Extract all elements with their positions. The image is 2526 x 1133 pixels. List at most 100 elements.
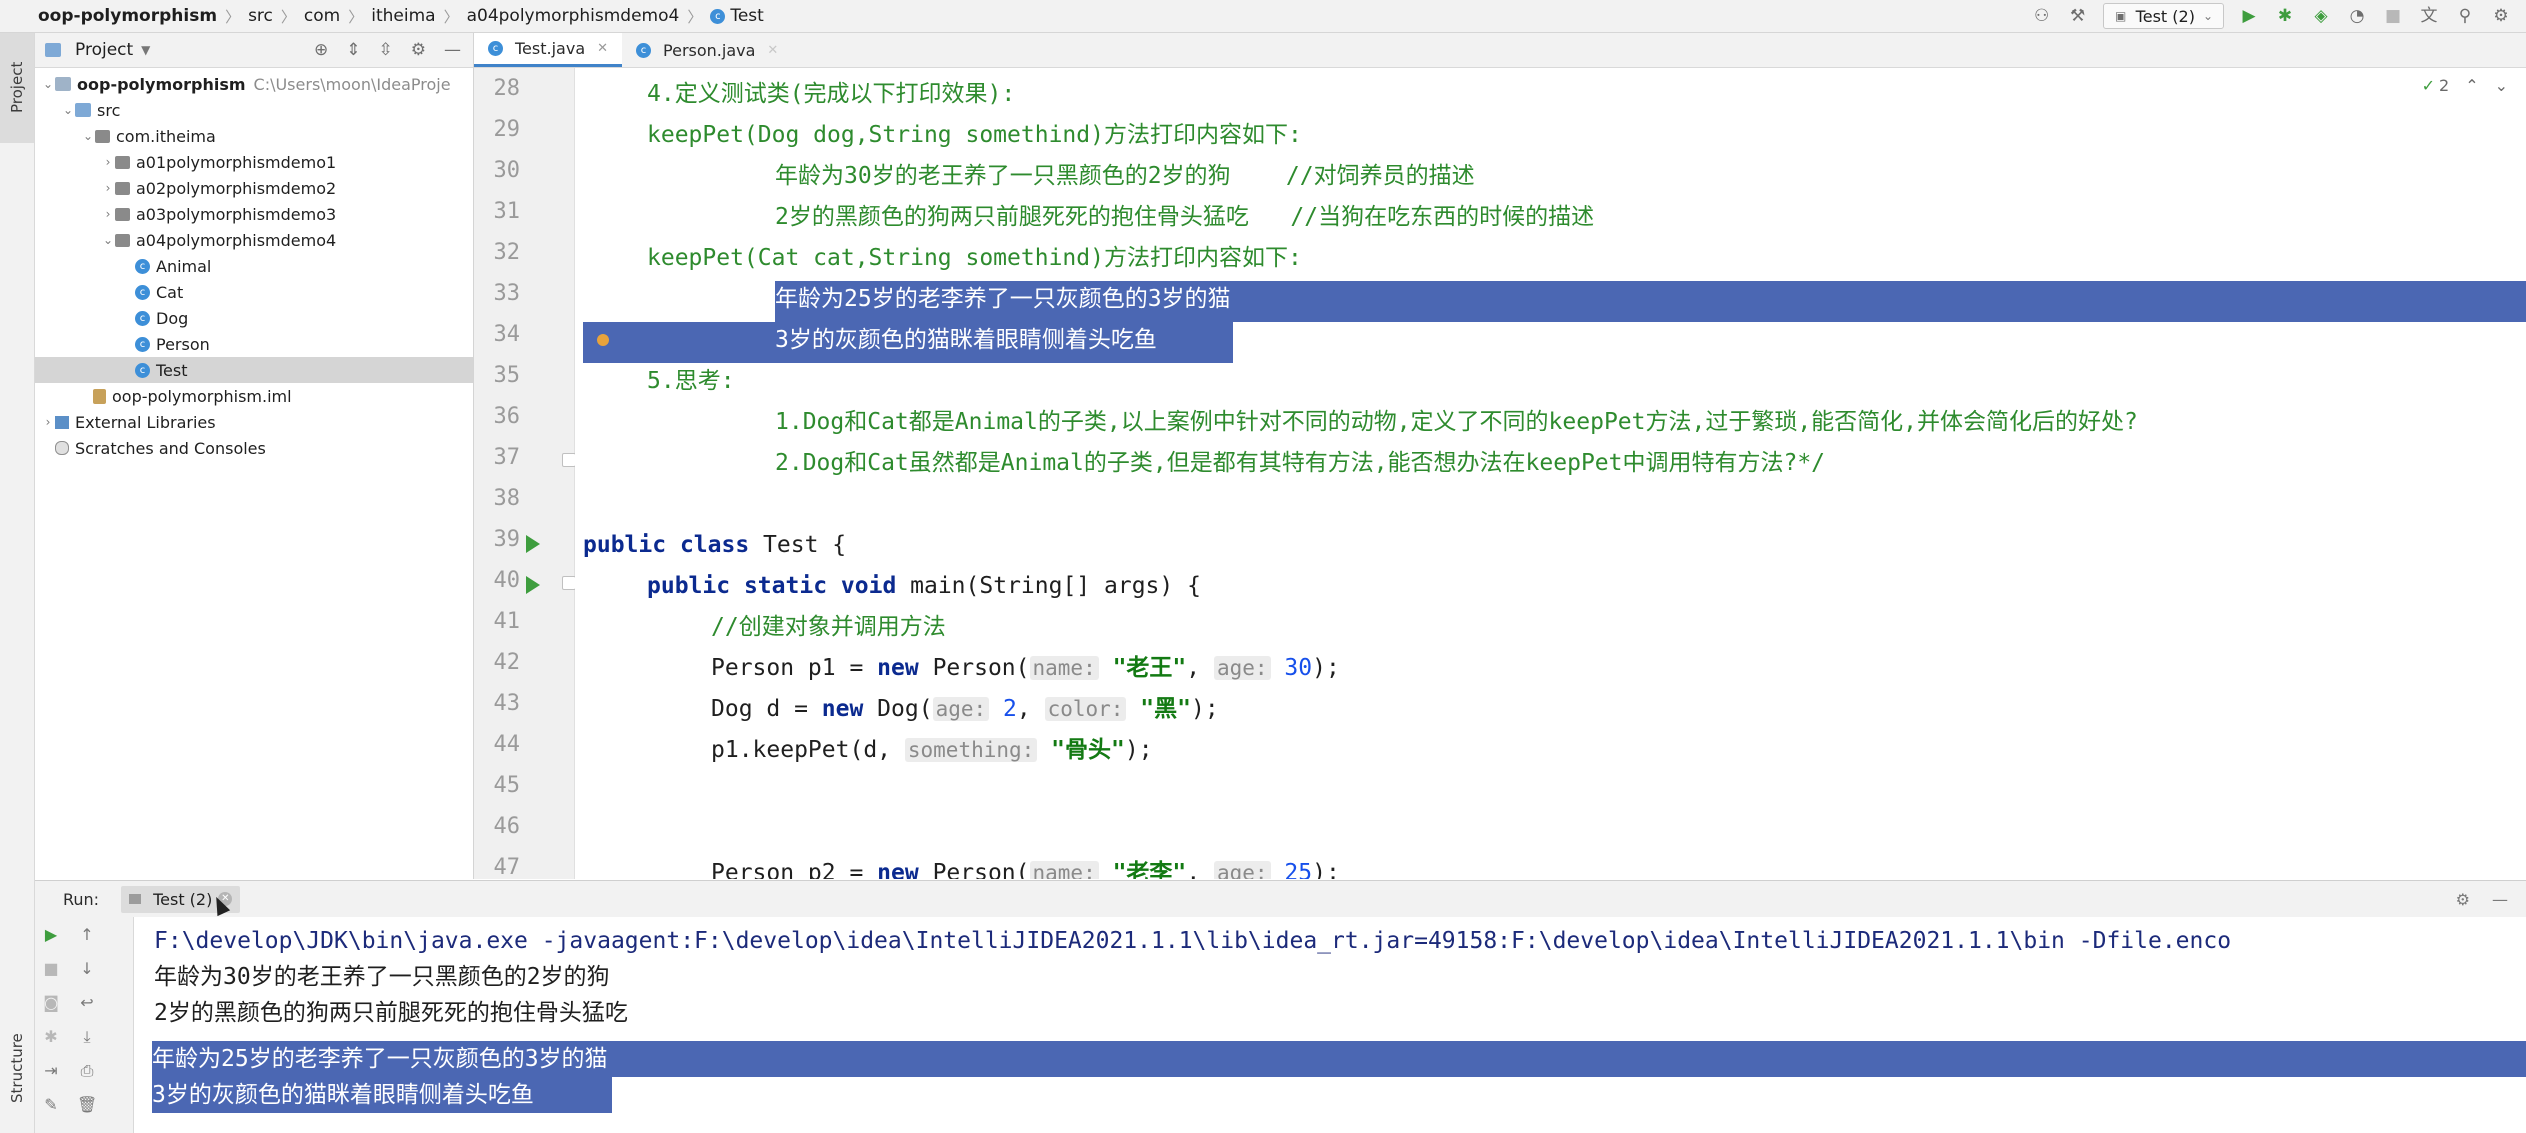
intention-bulb-icon[interactable] — [597, 334, 609, 346]
breadcrumb-package[interactable]: a04polymorphismdemo4 — [467, 6, 680, 26]
run-icon[interactable]: ▶ — [2238, 5, 2260, 27]
main-toolbar: ⚇ ⚒ ▣ Test (2) ⌄ ▶ ✱ ◈ ◔ ■ 文 ⚲ ⚙ — [2031, 0, 2526, 32]
translate-icon[interactable]: 文 — [2418, 5, 2440, 27]
structure-tool-tab[interactable]: Structure — [0, 993, 34, 1113]
tree-item-package[interactable]: ⌄ com.itheima — [35, 123, 473, 149]
tree-item-subpackage[interactable]: › a03polymorphismdemo3 — [35, 201, 473, 227]
tree-item-label: oop-polymorphism.iml — [112, 386, 292, 406]
project-panel-title[interactable]: Project — [75, 40, 133, 60]
project-tool-tab[interactable]: Project — [0, 33, 34, 143]
build-hammer-icon[interactable]: ⚒ — [2067, 5, 2089, 27]
code-line-32: keepPet(Cat cat,String somethind)方法打印内容如… — [647, 238, 1302, 279]
search-icon[interactable]: ⚲ — [2454, 5, 2476, 27]
code-editor[interactable]: 4.定义测试类(完成以下打印效果): keepPet(Dog dog,Strin… — [575, 68, 2526, 879]
inspection-widget[interactable]: ✓ 2 ⌃ ⌄ — [2422, 76, 2508, 95]
tab-test-java[interactable]: c Test.java ✕ — [474, 33, 623, 67]
stop-icon[interactable]: ■ — [2382, 5, 2404, 27]
tree-item-class[interactable]: c Person — [35, 331, 473, 357]
chevron-right-icon[interactable]: › — [101, 155, 115, 169]
tree-item-scratches[interactable]: Scratches and Consoles — [35, 435, 473, 461]
run-configuration-label: Test (2) — [2135, 6, 2195, 26]
rerun-icon[interactable]: ▶ — [41, 925, 61, 945]
breadcrumb-file[interactable]: Test — [730, 6, 763, 26]
line-number: 39 — [493, 527, 521, 552]
source-folder-icon — [75, 103, 91, 117]
editor-gutter[interactable]: 28 29 30 31 32 33 34 35 36 37 38 39 40 4… — [474, 68, 576, 880]
trash-icon[interactable]: 🗑 — [77, 1095, 97, 1115]
code-token: ); — [1191, 696, 1219, 722]
package-icon — [115, 207, 130, 221]
expand-all-icon[interactable]: ⇕ — [346, 40, 360, 60]
tree-root[interactable]: ⌄ oop-polymorphism C:\Users\moon\IdeaPro… — [35, 71, 473, 97]
code-token: static — [743, 573, 828, 599]
code-token: , — [1186, 860, 1214, 879]
tree-item-class-selected[interactable]: c Test — [35, 357, 473, 383]
pin-icon[interactable]: ✎ — [41, 1095, 61, 1115]
breadcrumb-com[interactable]: com — [304, 6, 340, 26]
code-token: keepPet(Cat cat,String somethind) — [647, 245, 1104, 271]
debug-icon[interactable]: ✱ — [2274, 5, 2296, 27]
code-line-36: 1.Dog和Cat都是Animal的子类,以上案例中针对不同的动物,定义了不同的… — [775, 409, 2138, 435]
gear-icon[interactable]: ⚙ — [2456, 890, 2470, 909]
soft-wrap-icon[interactable]: ↩ — [77, 993, 97, 1013]
chevron-down-icon[interactable]: ⌄ — [81, 129, 95, 143]
console-text: 年龄为25岁的老李养了一只灰颜色的3岁的猫 — [152, 1046, 608, 1072]
collapse-all-icon[interactable]: ⇳ — [379, 40, 393, 60]
run-gutter-icon[interactable] — [526, 576, 540, 594]
chevron-down-icon[interactable]: ⌄ — [101, 233, 115, 247]
print-icon[interactable]: ⎙ — [77, 1061, 97, 1081]
hide-icon[interactable]: — — [444, 40, 461, 60]
up-arrow-icon[interactable]: ↑ — [77, 925, 97, 945]
line-number: 47 — [493, 855, 521, 880]
tree-item-subpackage[interactable]: ⌄ a04polymorphismdemo4 — [35, 227, 473, 253]
chevron-right-icon[interactable]: › — [101, 207, 115, 221]
breadcrumb-project[interactable]: oop-polymorphism — [38, 6, 217, 26]
profile-icon[interactable]: ◔ — [2346, 5, 2368, 27]
class-icon: c — [135, 258, 150, 274]
console-output[interactable]: F:\develop\JDK\bin\java.exe -javaagent:F… — [134, 917, 2526, 1133]
fold-icon[interactable] — [562, 453, 576, 467]
fold-icon[interactable] — [562, 576, 576, 590]
code-line-31: 2岁的黑颜色的狗两只前腿死死的抱住骨头猛吃 //当狗在吃东西的时候的描述 — [775, 204, 1595, 230]
code-token: , — [1186, 655, 1214, 681]
tree-item-subpackage[interactable]: › a01polymorphismdemo1 — [35, 149, 473, 175]
tree-item-class[interactable]: c Animal — [35, 253, 473, 279]
run-configuration-select[interactable]: ▣ Test (2) ⌄ — [2102, 3, 2224, 29]
code-line-41: //创建对象并调用方法 — [711, 614, 946, 640]
tree-item-class[interactable]: c Cat — [35, 279, 473, 305]
breadcrumb-itheima[interactable]: itheima — [371, 6, 435, 26]
chevron-right-icon[interactable]: › — [41, 415, 55, 429]
breadcrumb-src[interactable]: src — [248, 6, 273, 26]
tree-item-class[interactable]: c Dog — [35, 305, 473, 331]
tree-item-subpackage[interactable]: › a02polymorphismdemo2 — [35, 175, 473, 201]
tree-item-iml[interactable]: oop-polymorphism.iml — [35, 383, 473, 409]
chevron-up-icon[interactable]: ⌃ — [2465, 76, 2478, 95]
chevron-right-icon[interactable]: › — [101, 181, 115, 195]
chevron-down-icon[interactable]: ⌄ — [2495, 76, 2508, 95]
down-arrow-icon[interactable]: ↓ — [77, 959, 97, 979]
settings-icon[interactable]: ⚙ — [2490, 5, 2512, 27]
user-icon[interactable]: ⚇ — [2031, 5, 2053, 27]
console-text: 3岁的灰颜色的猫眯着眼睛侧着头吃鱼 — [152, 1082, 534, 1108]
chevron-right-icon: 〉 — [443, 7, 459, 26]
login-icon[interactable]: ⇥ — [41, 1061, 61, 1081]
camera-icon[interactable]: ◙ — [41, 993, 61, 1013]
debug-icon[interactable]: ✱ — [41, 1027, 61, 1047]
coverage-icon[interactable]: ◈ — [2310, 5, 2332, 27]
chevron-down-icon[interactable]: ⌄ — [61, 103, 75, 117]
scroll-to-end-icon[interactable]: ⤓ — [77, 1027, 97, 1047]
tree-item-src[interactable]: ⌄ src — [35, 97, 473, 123]
close-icon[interactable]: ✕ — [767, 43, 778, 58]
project-panel-header: Project ▼ ⊕ ⇕ ⇳ ⚙ — — [35, 33, 473, 68]
chevron-down-icon[interactable]: ⌄ — [41, 77, 55, 91]
run-gutter-icon[interactable] — [526, 535, 540, 553]
chevron-down-icon[interactable]: ▼ — [141, 43, 150, 57]
gear-icon[interactable]: ⚙ — [411, 40, 426, 60]
hide-icon[interactable]: — — [2492, 890, 2508, 909]
tab-person-java[interactable]: c Person.java ✕ — [622, 33, 792, 67]
tree-item-external-libraries[interactable]: › External Libraries — [35, 409, 473, 435]
locate-icon[interactable]: ⊕ — [314, 40, 328, 60]
line-number: 33 — [493, 281, 521, 306]
stop-icon[interactable]: ■ — [41, 959, 61, 979]
close-icon[interactable]: ✕ — [597, 41, 608, 56]
